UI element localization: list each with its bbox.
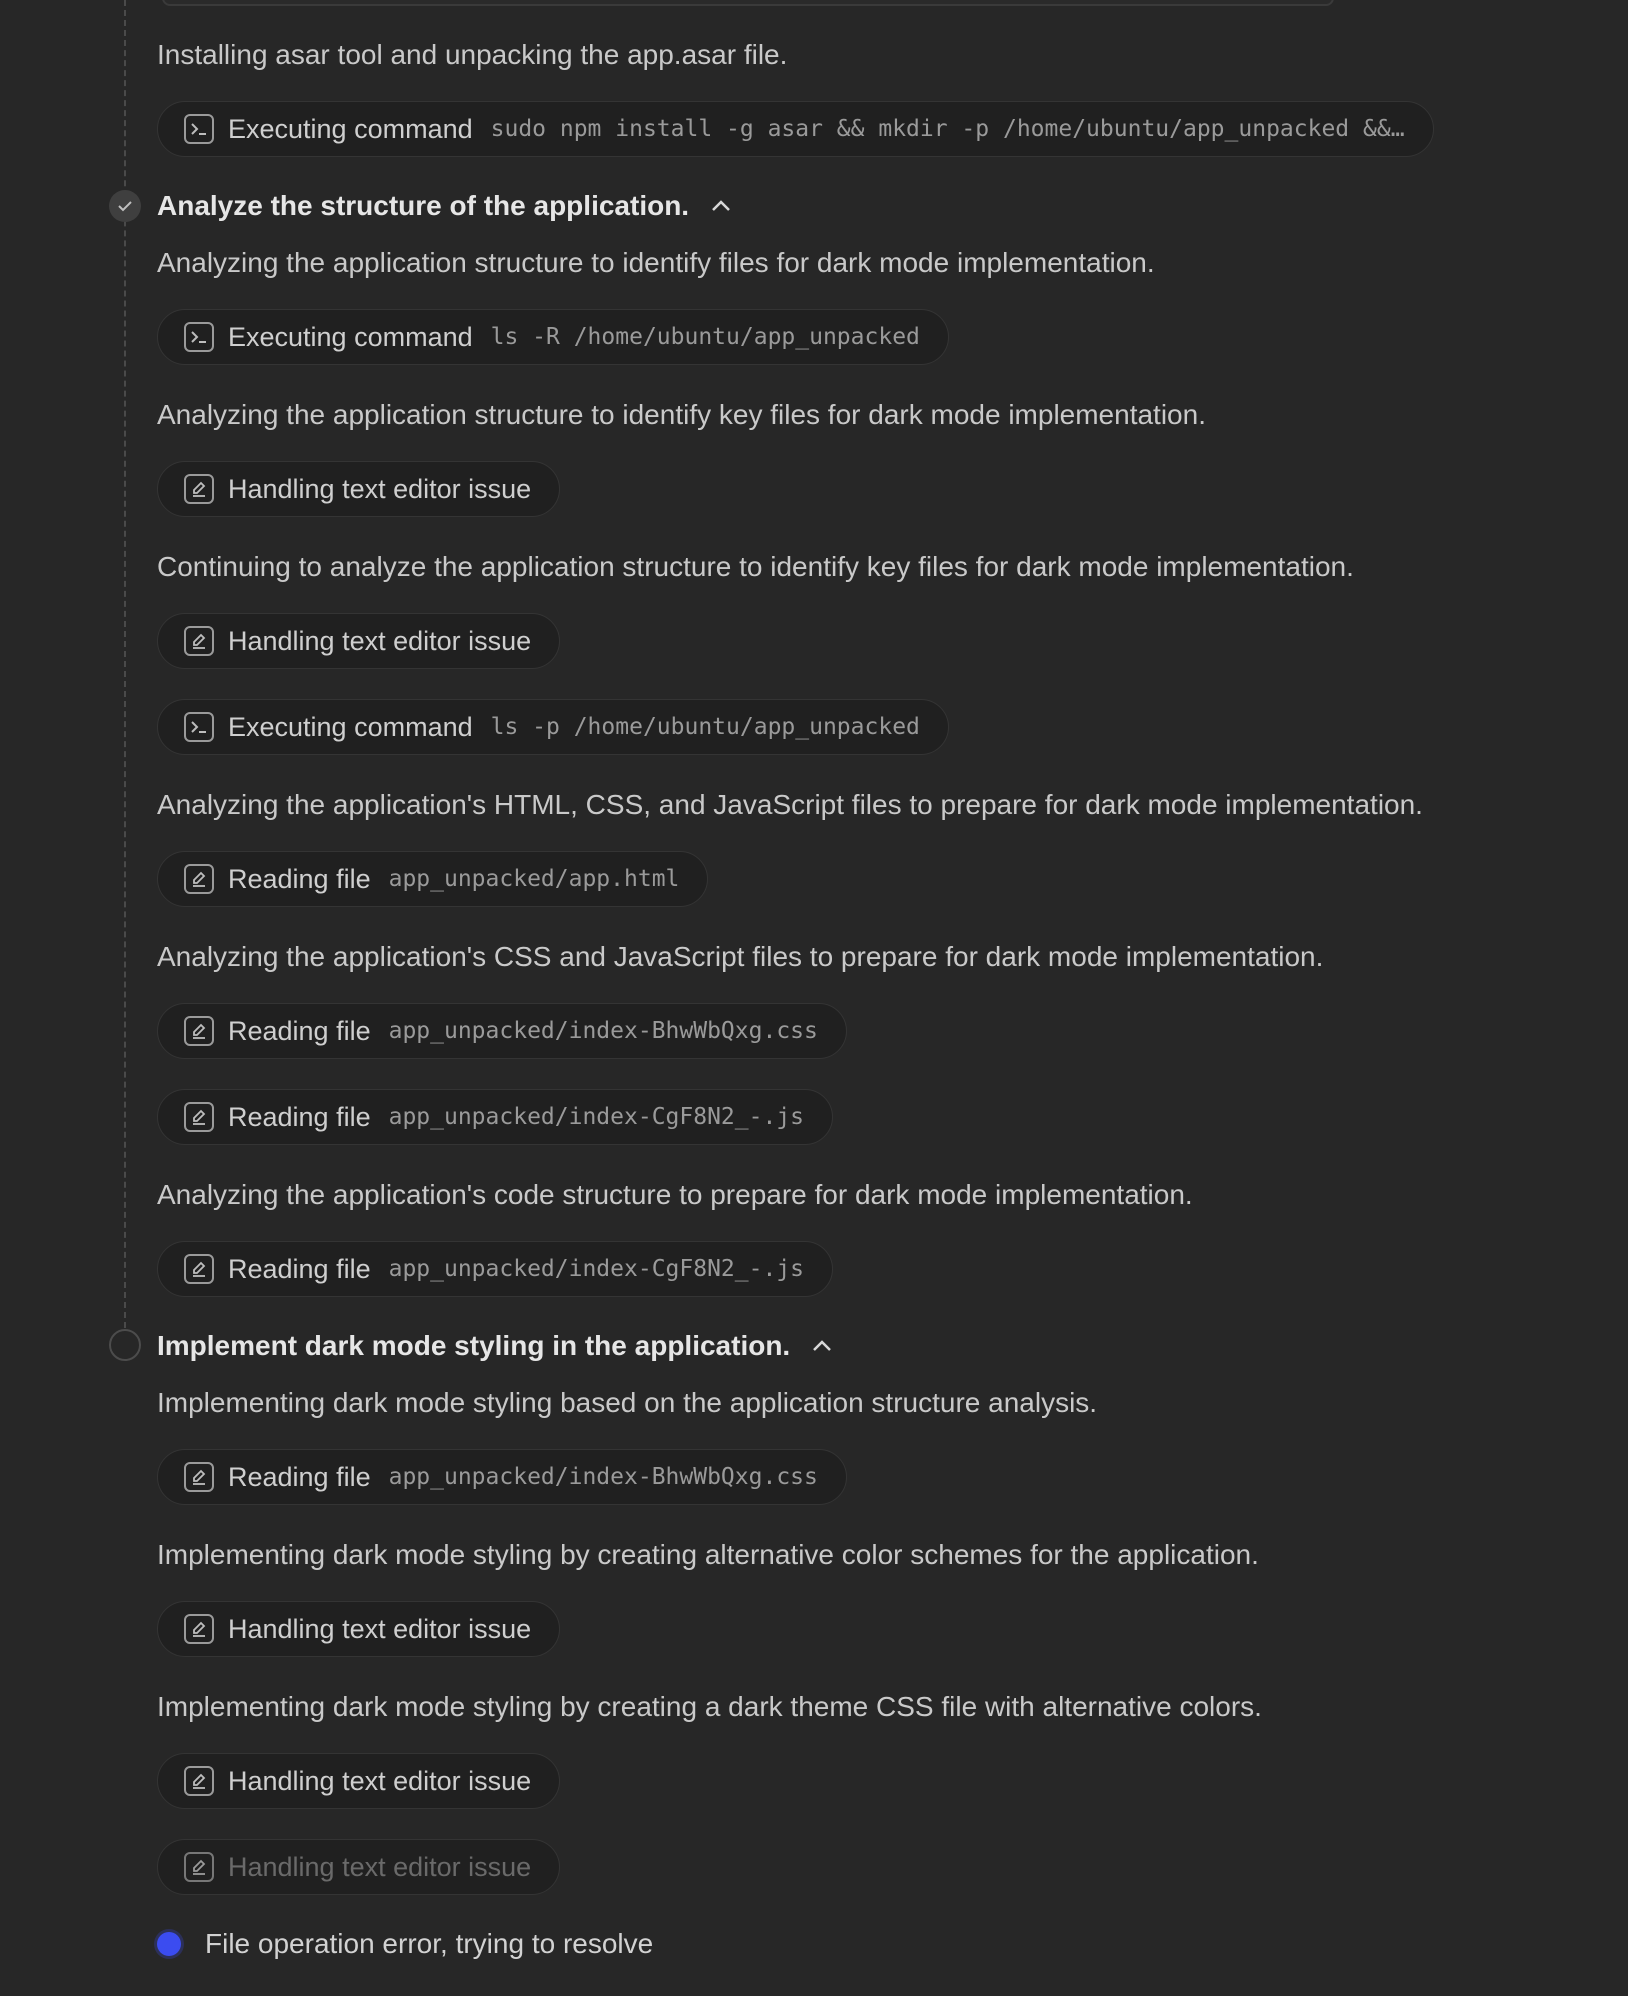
action-label: Reading file bbox=[228, 1253, 371, 1284]
action-label: Executing command bbox=[228, 321, 473, 352]
step-complete-check-icon bbox=[109, 190, 141, 222]
chevron-up-icon[interactable] bbox=[812, 1340, 832, 1352]
edit-icon bbox=[184, 474, 214, 504]
action-argument: ls -R /home/ubuntu/app_unpacked bbox=[490, 324, 920, 350]
action-label: Executing command bbox=[228, 711, 473, 742]
log-text: Analyzing the application's code structu… bbox=[157, 1179, 1193, 1210]
status-text: File operation error, trying to resolve bbox=[205, 1928, 654, 1959]
previous-action-pill-edge bbox=[162, 0, 1334, 6]
action-label: Handling text editor issue bbox=[228, 1613, 532, 1644]
log-text: Implementing dark mode styling by creati… bbox=[157, 1691, 1262, 1722]
status-dot-icon bbox=[157, 1932, 181, 1956]
action-pill[interactable]: Reading file app_unpacked/index-BhwWbQxg… bbox=[157, 1003, 847, 1059]
edit-icon bbox=[184, 864, 214, 894]
log-text: Analyzing the application's HTML, CSS, a… bbox=[157, 789, 1423, 820]
log-text: Installing asar tool and unpacking the a… bbox=[157, 39, 788, 70]
action-pill[interactable]: Reading file app_unpacked/index-BhwWbQxg… bbox=[157, 1449, 847, 1505]
action-label: Reading file bbox=[228, 1461, 371, 1492]
action-pill[interactable]: Reading file app_unpacked/app.html bbox=[157, 851, 709, 907]
action-pill-loading[interactable]: Handling text editor issue bbox=[157, 1839, 561, 1895]
edit-icon bbox=[184, 626, 214, 656]
action-argument: app_unpacked/index-BhwWbQxg.css bbox=[388, 1018, 818, 1044]
terminal-icon bbox=[184, 712, 214, 742]
edit-icon bbox=[184, 1614, 214, 1644]
log-text: Implementing dark mode styling based on … bbox=[157, 1387, 1098, 1418]
chevron-up-icon[interactable] bbox=[711, 200, 731, 212]
edit-icon bbox=[184, 1254, 214, 1284]
action-label: Handling text editor issue bbox=[228, 625, 532, 656]
action-label: Handling text editor issue bbox=[228, 473, 532, 504]
log-text: Analyzing the application structure to i… bbox=[157, 247, 1155, 278]
action-label: Reading file bbox=[228, 1015, 371, 1046]
edit-icon bbox=[184, 1766, 214, 1796]
action-argument: app_unpacked/index-CgF8N2_-.js bbox=[388, 1256, 805, 1282]
log-text: Analyzing the application's CSS and Java… bbox=[157, 941, 1324, 972]
terminal-icon bbox=[184, 114, 214, 144]
action-argument: sudo npm install -g asar && mkdir -p /ho… bbox=[490, 116, 1405, 142]
edit-icon bbox=[184, 1462, 214, 1492]
step-title-text: Implement dark mode styling in the appli… bbox=[157, 1330, 791, 1361]
step-title[interactable]: Analyze the structure of the application… bbox=[157, 188, 731, 224]
action-pill[interactable]: Executing command sudo npm install -g as… bbox=[157, 101, 1434, 157]
action-label: Executing command bbox=[228, 113, 473, 144]
step-pending-circle-icon bbox=[109, 1329, 141, 1361]
action-pill[interactable]: Executing command ls -R /home/ubuntu/app… bbox=[157, 309, 949, 365]
action-label: Handling text editor issue bbox=[228, 1851, 532, 1882]
action-pill[interactable]: Handling text editor issue bbox=[157, 1753, 561, 1809]
action-label: Reading file bbox=[228, 1101, 371, 1132]
action-pill[interactable]: Handling text editor issue bbox=[157, 613, 561, 669]
action-pill[interactable]: Handling text editor issue bbox=[157, 1601, 561, 1657]
edit-icon bbox=[184, 1016, 214, 1046]
action-label: Handling text editor issue bbox=[228, 1765, 532, 1796]
action-pill[interactable]: Executing command ls -p /home/ubuntu/app… bbox=[157, 699, 949, 755]
action-argument: app_unpacked/index-CgF8N2_-.js bbox=[388, 1104, 805, 1130]
step-title-text: Analyze the structure of the application… bbox=[157, 190, 690, 221]
log-text: Implementing dark mode styling by creati… bbox=[157, 1539, 1259, 1570]
action-argument: app_unpacked/index-BhwWbQxg.css bbox=[388, 1464, 818, 1490]
action-pill[interactable]: Handling text editor issue bbox=[157, 461, 561, 517]
edit-icon bbox=[184, 1102, 214, 1132]
action-argument: app_unpacked/app.html bbox=[388, 866, 680, 892]
action-label: Reading file bbox=[228, 863, 371, 894]
action-pill[interactable]: Reading file app_unpacked/index-CgF8N2_-… bbox=[157, 1089, 834, 1145]
action-pill[interactable]: Reading file app_unpacked/index-CgF8N2_-… bbox=[157, 1241, 834, 1297]
terminal-icon bbox=[184, 322, 214, 352]
log-text: Analyzing the application structure to i… bbox=[157, 399, 1206, 430]
action-argument: ls -p /home/ubuntu/app_unpacked bbox=[490, 714, 920, 740]
step-title[interactable]: Implement dark mode styling in the appli… bbox=[157, 1328, 832, 1364]
edit-icon bbox=[184, 1852, 214, 1882]
log-text: Continuing to analyze the application st… bbox=[157, 551, 1354, 582]
status-row: File operation error, trying to resolve bbox=[157, 1928, 653, 1960]
